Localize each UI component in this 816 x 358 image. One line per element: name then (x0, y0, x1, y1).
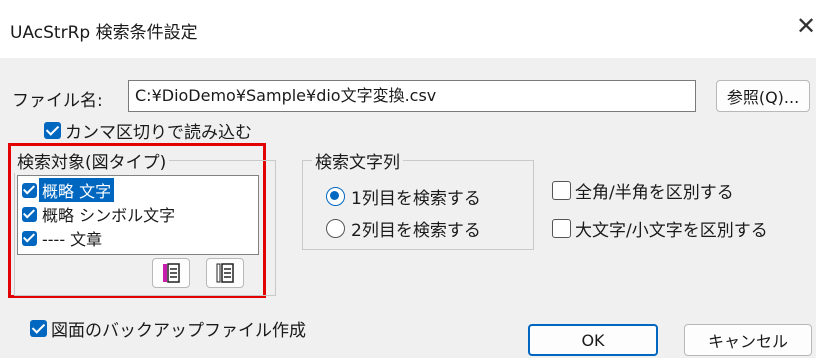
file-path-input[interactable]: C:¥DioDemo¥Sample¥dio文字変換.csv (128, 80, 696, 112)
case-option[interactable]: 大文字/小文字を区別する (552, 216, 768, 241)
column2-label: 2列目を検索する (351, 221, 481, 241)
cancel-button[interactable]: キャンセル (684, 324, 812, 356)
deselect-all-icon (216, 263, 234, 283)
select-all-button[interactable] (152, 258, 190, 288)
case-label: 大文字/小文字を区別する (575, 221, 768, 241)
column2-radio[interactable] (326, 219, 345, 238)
select-all-icon (163, 263, 180, 283)
comma-option[interactable]: カンマ区切りで読み込む (44, 118, 252, 143)
column1-label: 1列目を検索する (351, 189, 481, 209)
backup-checkbox[interactable] (30, 320, 47, 337)
deselect-all-button[interactable] (206, 258, 244, 288)
search-column-title: 検索文字列 (312, 148, 403, 173)
comma-checkbox[interactable] (44, 122, 61, 139)
list-item-checkbox[interactable] (22, 206, 37, 222)
close-icon[interactable]: ✕ (796, 14, 816, 38)
fullwidth-label: 全角/半角を区別する (575, 183, 734, 203)
column1-radio[interactable] (326, 187, 345, 206)
list-item-label: 概略 シンボル文字 (42, 206, 176, 225)
backup-option[interactable]: 図面のバックアップファイル作成 (30, 316, 306, 341)
search-target-title: 検索対象(図タイプ) (14, 148, 170, 173)
list-item[interactable]: 概略 シンボル文字 (18, 202, 258, 226)
comma-label: カンマ区切りで読み込む (65, 123, 252, 143)
ok-button[interactable]: OK (528, 324, 658, 356)
column2-option[interactable]: 2列目を検索する (326, 216, 481, 241)
file-label: ファイル名: (12, 91, 103, 111)
column1-option[interactable]: 1列目を検索する (326, 184, 481, 209)
window-title: UAcStrRp 検索条件設定 (10, 23, 198, 43)
fullwidth-option[interactable]: 全角/半角を区別する (552, 178, 734, 203)
list-item-label: ---- 文章 (42, 230, 103, 249)
fullwidth-checkbox[interactable] (552, 181, 571, 200)
list-item-checkbox[interactable] (22, 230, 37, 246)
browse-button[interactable]: 参照(Q)... (716, 80, 810, 112)
case-checkbox[interactable] (552, 219, 571, 238)
search-target-list[interactable]: 概略 文字 概略 シンボル文字 ---- 文章 (17, 175, 259, 255)
list-item[interactable]: ---- 文章 (18, 226, 258, 250)
list-item[interactable]: 概略 文字 (18, 178, 258, 202)
list-item-checkbox[interactable] (22, 182, 37, 198)
list-item-label: 概略 文字 (39, 178, 115, 202)
backup-label: 図面のバックアップファイル作成 (51, 321, 306, 341)
